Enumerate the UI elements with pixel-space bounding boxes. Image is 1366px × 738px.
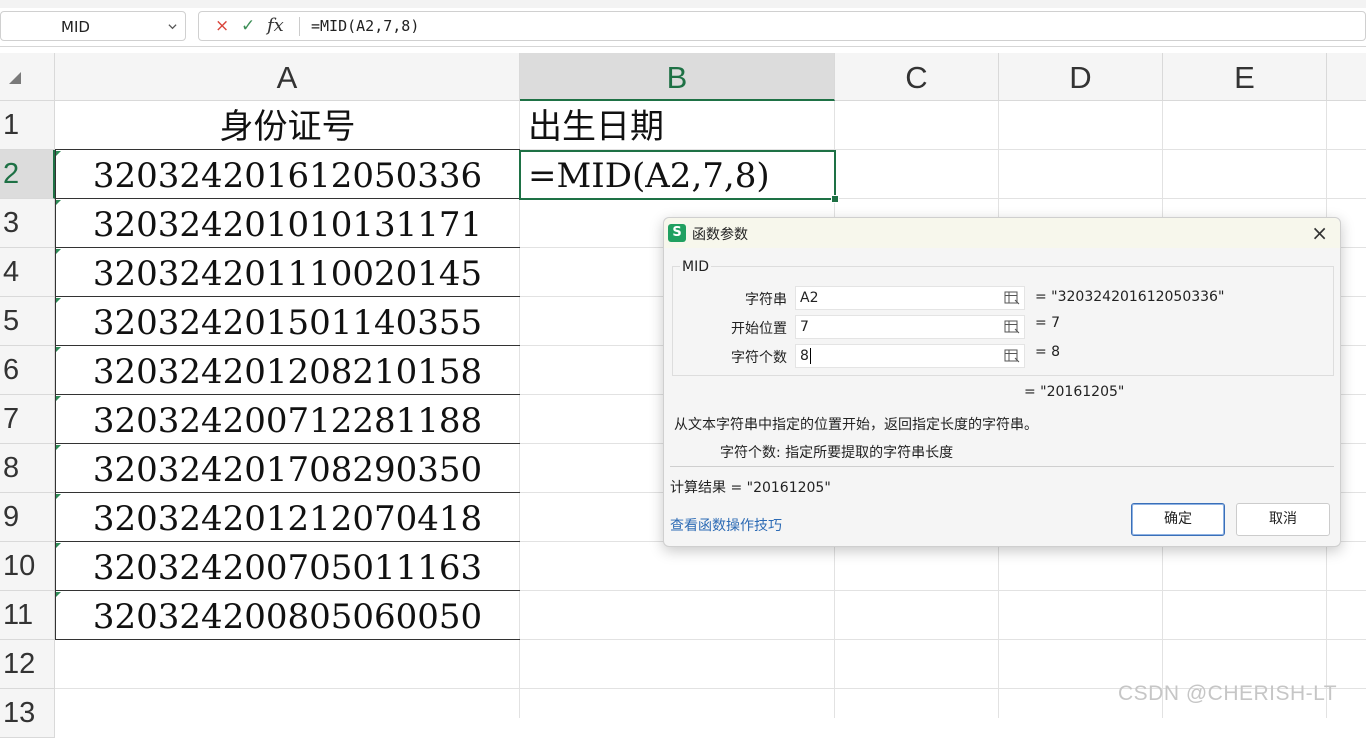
param-input-start[interactable]: 7 (795, 315, 1025, 339)
row-header[interactable]: 2 (0, 150, 55, 199)
param-result: = 8 (1035, 344, 1061, 360)
formula-bar: MID × ✓ fx =MID(A2,7,8) (0, 8, 1366, 47)
formula-bar-divider (299, 17, 300, 36)
select-all-icon (9, 72, 21, 84)
param-value: 7 (800, 319, 809, 335)
cell-a9[interactable]: 320324201212070418 (55, 493, 520, 542)
cell-a2[interactable]: 320324201612050336 (55, 150, 520, 199)
column-header-a[interactable]: A (55, 53, 520, 101)
row-header[interactable]: 8 (0, 444, 55, 493)
column-header-b[interactable]: B (520, 53, 835, 101)
param-result: = "320324201612050336" (1035, 289, 1225, 305)
cell-a8[interactable]: 320324201708290350 (55, 444, 520, 493)
name-box-value: MID (61, 18, 90, 36)
text-number-indicator (56, 298, 61, 303)
text-number-indicator (56, 543, 61, 548)
cancel-button[interactable]: 取消 (1236, 503, 1330, 536)
close-icon[interactable]: × (1311, 221, 1328, 245)
row-header[interactable]: 11 (0, 591, 55, 640)
row-header[interactable]: 1 (0, 101, 55, 150)
row-header[interactable]: 4 (0, 248, 55, 297)
text-number-indicator (56, 396, 61, 401)
text-number-indicator (56, 445, 61, 450)
row-header[interactable]: 10 (0, 542, 55, 591)
dialog-title: 函数参数 (692, 227, 748, 243)
fill-handle[interactable] (831, 195, 839, 203)
formula-input-area: × ✓ fx =MID(A2,7,8) (198, 11, 1366, 41)
divider (670, 466, 1334, 467)
name-box[interactable]: MID (0, 11, 186, 41)
insert-function-icon[interactable]: fx (267, 15, 284, 36)
parameters-group: 字符串 A2 = "320324201612050336" 开始位置 7 = 7… (672, 266, 1334, 376)
param-value: 8 (800, 348, 809, 364)
active-cell-outline (519, 150, 836, 200)
column-header-d[interactable]: D (999, 53, 1163, 101)
text-number-indicator (56, 494, 61, 499)
calculation-result: 计算结果 = "20161205" (670, 480, 831, 496)
range-select-icon[interactable] (1004, 291, 1020, 305)
row-header[interactable]: 6 (0, 346, 55, 395)
row-header[interactable]: 7 (0, 395, 55, 444)
row-header[interactable]: 13 (0, 689, 55, 738)
column-header-e[interactable]: E (1163, 53, 1327, 101)
text-number-indicator (56, 151, 61, 156)
column-header-f[interactable] (1327, 53, 1366, 101)
column-header-c[interactable]: C (835, 53, 999, 101)
cell-a1[interactable]: 身份证号 (55, 101, 520, 150)
row-header[interactable]: 12 (0, 640, 55, 689)
cell-a6[interactable]: 320324201208210158 (55, 346, 520, 395)
function-description: 从文本字符串中指定的位置开始，返回指定长度的字符串。 (674, 417, 1038, 433)
formula-input[interactable]: =MID(A2,7,8) (311, 17, 419, 35)
text-number-indicator (56, 249, 61, 254)
param-label-count: 字符个数 (731, 350, 787, 366)
text-number-indicator (56, 347, 61, 352)
param-input-count[interactable]: 8 (795, 344, 1025, 368)
cancel-icon[interactable]: × (215, 16, 229, 36)
row-header[interactable]: 3 (0, 199, 55, 248)
text-number-indicator (56, 592, 61, 597)
param-label-text: 字符串 (745, 292, 787, 308)
text-caret (809, 348, 811, 364)
row-header[interactable]: 5 (0, 297, 55, 346)
param-value: A2 (800, 290, 819, 306)
range-select-icon[interactable] (1004, 349, 1020, 363)
cell-a10[interactable]: 320324200705011163 (55, 542, 520, 591)
cell-a5[interactable]: 320324201501140355 (55, 297, 520, 346)
total-result: = "20161205" (1024, 384, 1125, 400)
cell-a11[interactable]: 320324200805060050 (55, 591, 520, 640)
dialog-titlebar[interactable]: S 函数参数 × (664, 218, 1340, 248)
watermark: CSDN @CHERISH-LT (1118, 682, 1338, 705)
range-select-icon[interactable] (1004, 320, 1020, 334)
function-name-label: MID (680, 259, 711, 275)
function-arguments-dialog: S 函数参数 × 字符串 A2 = "320324201612050336" 开… (663, 217, 1341, 547)
cell-a4[interactable]: 320324201110020145 (55, 248, 520, 297)
cell-a7[interactable]: 320324200712281188 (55, 395, 520, 444)
function-help-link[interactable]: 查看函数操作技巧 (670, 515, 782, 535)
param-input-text[interactable]: A2 (795, 286, 1025, 310)
text-number-indicator (56, 200, 61, 205)
cell-a3[interactable]: 320324201010131171 (55, 199, 520, 248)
param-label-start: 开始位置 (731, 321, 787, 337)
row-header[interactable]: 9 (0, 493, 55, 542)
cell-b1[interactable]: 出生日期 (520, 101, 835, 150)
param-result: = 7 (1035, 315, 1061, 331)
chevron-down-icon[interactable] (168, 22, 177, 31)
argument-description: 字符个数: 指定所要提取的字符串长度 (720, 445, 954, 461)
confirm-icon[interactable]: ✓ (241, 16, 255, 36)
app-logo-icon: S (668, 224, 686, 242)
ok-button[interactable]: 确定 (1131, 503, 1225, 536)
select-all-corner[interactable] (0, 53, 55, 101)
